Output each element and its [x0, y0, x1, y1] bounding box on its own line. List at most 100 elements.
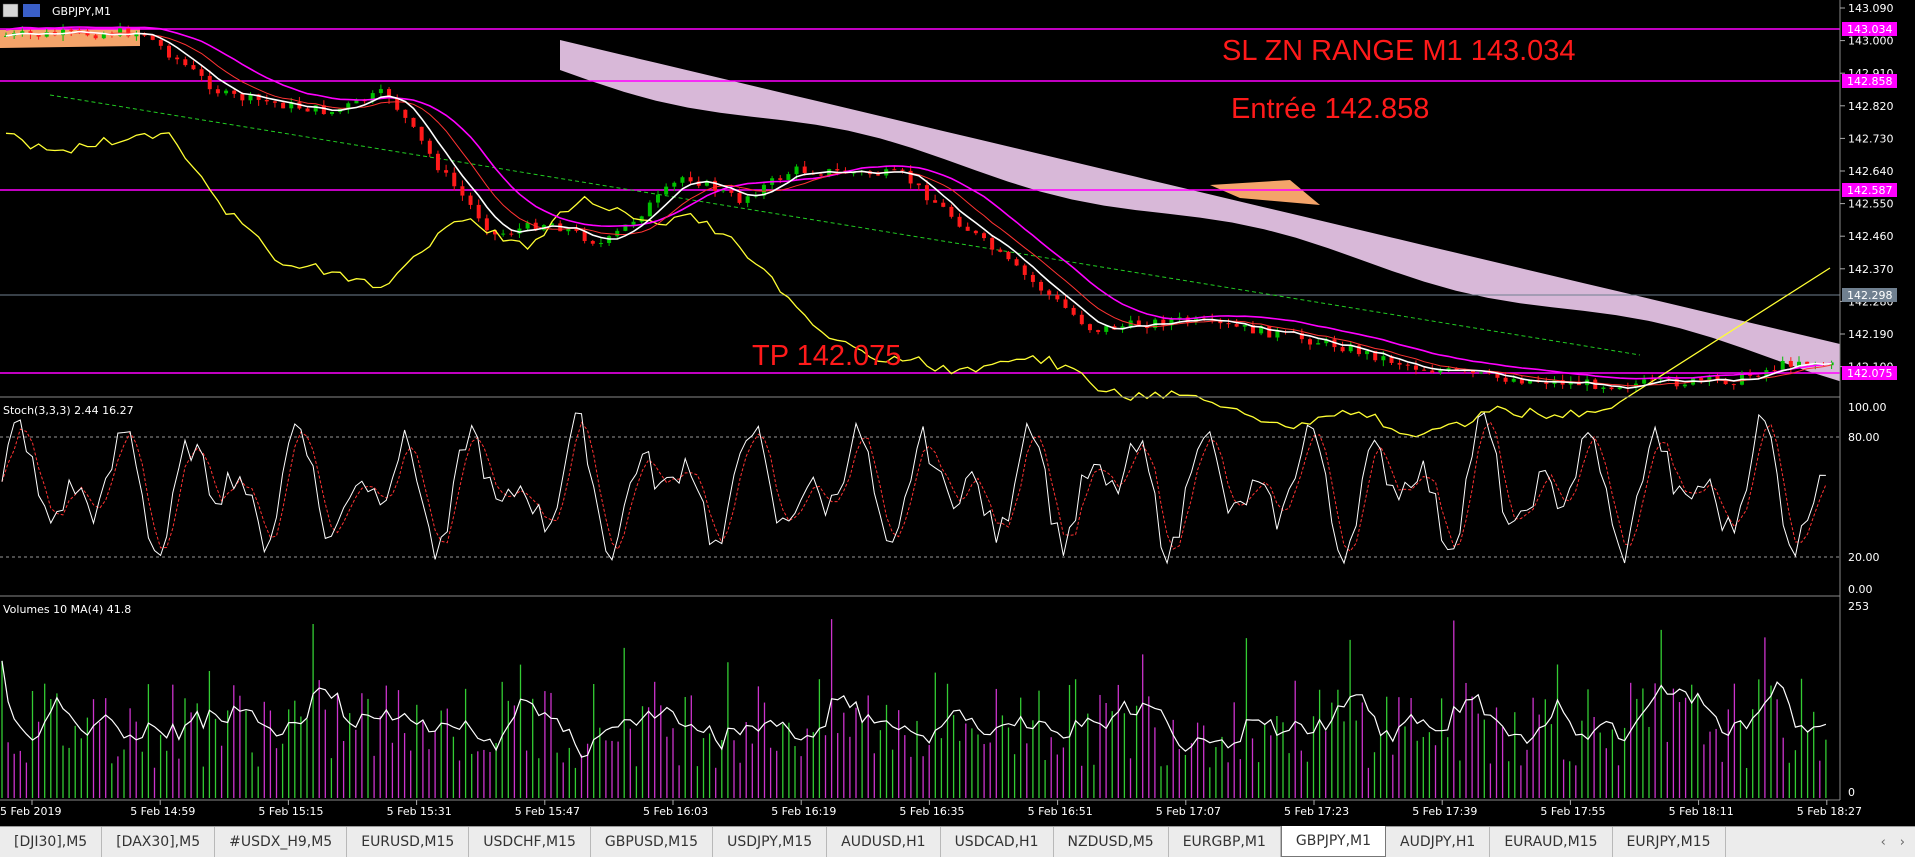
candle-body [1063, 299, 1068, 308]
chart-tab[interactable]: EURUSD,M15 [347, 827, 470, 857]
candle-body [965, 226, 970, 231]
candle-body [1308, 339, 1312, 345]
candle-body [240, 93, 245, 101]
chart-tab[interactable]: EURGBP,M1 [1169, 827, 1281, 857]
candle-body [1731, 384, 1736, 386]
time-tick-label: 5 Feb 16:19 [771, 805, 836, 818]
candle-body [264, 99, 269, 102]
chart-tab[interactable]: USDJPY,M15 [713, 827, 828, 857]
chart-tab[interactable]: GBPJPY,M1 [1280, 826, 1387, 857]
time-axis[interactable]: 5 Feb 2019 5 Feb 14:59 5 Feb 15:15 5 Feb 15… [0, 800, 1862, 818]
time-tick-label: 5 Feb 17:39 [1412, 805, 1477, 818]
candle-body [900, 169, 905, 171]
candle-body [215, 89, 220, 94]
candle-body [1479, 372, 1484, 374]
candle-body [313, 105, 318, 112]
price-tick-label: 143.000 [1848, 35, 1894, 48]
candle-body [664, 186, 669, 195]
candle-body [794, 166, 799, 175]
volume-panel[interactable]: Volumes 10 MA(4) 41.8 253 0 [1, 600, 1869, 799]
candle-body [1430, 370, 1435, 373]
trend-line[interactable] [49, 94, 1641, 356]
level-tag-label: 142.075 [1847, 367, 1893, 380]
chart-tab[interactable]: #USDX_H9,M5 [215, 827, 348, 857]
volume-tick: 253 [1848, 600, 1869, 613]
chart-tab[interactable]: USDCAD,H1 [941, 827, 1054, 857]
time-tick-label: 5 Feb 16:35 [899, 805, 964, 818]
horizontal-levels[interactable] [0, 28, 1840, 374]
chart-tab[interactable]: AUDJPY,H1 [1386, 827, 1491, 857]
chart-tab[interactable]: [DAX30],M5 [102, 827, 216, 857]
candle-body [1047, 290, 1052, 295]
candle-body [941, 202, 946, 207]
candle-body [1788, 360, 1793, 367]
volume-label: Volumes 10 MA(4) 41.8 [3, 603, 131, 616]
candle-body [998, 249, 1003, 252]
entry-annotation[interactable]: Entrée 142.858 [1231, 93, 1429, 125]
price-tick-label: 142.640 [1848, 165, 1894, 178]
candle-body [1601, 387, 1606, 389]
candle-body [1055, 294, 1060, 300]
level-tag-label: 142.298 [1847, 289, 1893, 302]
candle-body [1267, 326, 1272, 338]
tab-navigation[interactable]: ‹ › [1881, 827, 1915, 857]
candle-body [982, 233, 986, 239]
candle-body [167, 45, 171, 58]
chart-tab-bar[interactable]: [DJI30],M5 [DAX30],M5 #USDX_H9,M5 EURUSD,M1… [0, 826, 1915, 857]
candle-body [1756, 375, 1761, 377]
time-tick-label: 5 Feb 17:55 [1540, 805, 1605, 818]
candle-body [281, 102, 286, 109]
candle-body [631, 221, 636, 225]
candle-body [395, 98, 400, 110]
candle-body [468, 195, 473, 205]
chart-tab[interactable]: USDCHF,M15 [469, 827, 591, 857]
time-tick-label: 5 Feb 2019 [0, 805, 61, 818]
candle-body [933, 200, 938, 203]
candle-body [876, 174, 881, 176]
chart-tab[interactable]: EURJPY,M15 [1613, 827, 1726, 857]
candle-body [1438, 370, 1443, 373]
volume-bars [1, 619, 1827, 798]
candle-body [745, 196, 750, 203]
candle-body [224, 90, 229, 94]
candle-body [1609, 387, 1614, 390]
candle-body [232, 90, 237, 94]
candle-body [484, 218, 489, 231]
candle-body [411, 117, 416, 127]
time-tick-label: 5 Feb 16:51 [1028, 805, 1093, 818]
stochastic-panel[interactable]: Stoch(3,3,3) 2.44 16.27 100.00 80.00 20.… [0, 401, 1887, 596]
time-tick-label: 5 Feb 15:31 [387, 805, 452, 818]
sl-annotation[interactable]: SL ZN RANGE M1 143.034 [1222, 35, 1576, 67]
candle-body [835, 169, 840, 171]
chart-tab[interactable]: AUDUSD,H1 [827, 827, 941, 857]
candle-body [1365, 350, 1370, 355]
symbol-title: GBPJPY,M1 [52, 5, 111, 18]
stoch-tick: 0.00 [1848, 583, 1873, 596]
candle-body [737, 192, 742, 203]
candle-body [729, 190, 734, 193]
candle-body [501, 233, 506, 235]
candle-body [1397, 362, 1402, 365]
candle-body [656, 194, 660, 203]
stoch-tick: 80.00 [1848, 431, 1880, 444]
candle-body [93, 35, 98, 39]
kijun-sen-line [5, 26, 1832, 380]
level-tag-label: 143.034 [1847, 23, 1893, 36]
flag-icon [23, 4, 40, 17]
candle-body [1780, 360, 1785, 371]
time-tick-label: 5 Feb 18:27 [1797, 805, 1862, 818]
chart-area[interactable]: SL ZN RANGE M1 143.034 Entrée 142.858 TP… [0, 0, 1915, 826]
candle-body [1772, 370, 1777, 372]
chart-tab[interactable]: [DJI30],M5 [0, 827, 103, 857]
tp-annotation[interactable]: TP 142.075 [752, 340, 901, 372]
scroll-right-icon[interactable]: › [1900, 835, 1905, 850]
chart-tab[interactable]: GBPUSD,M15 [591, 827, 714, 857]
time-tick-label: 5 Feb 17:07 [1156, 805, 1221, 818]
stoch-label: Stoch(3,3,3) 2.44 16.27 [3, 404, 134, 417]
chart-tab[interactable]: EURAUD,M15 [1490, 827, 1613, 857]
candle-body [1104, 326, 1109, 332]
chart-tab[interactable]: NZDUSD,M5 [1054, 827, 1169, 857]
scroll-left-icon[interactable]: ‹ [1881, 835, 1886, 850]
volume-tick: 0 [1848, 786, 1855, 799]
price-panel[interactable]: SL ZN RANGE M1 143.034 Entrée 142.858 TP… [0, 3, 1840, 438]
